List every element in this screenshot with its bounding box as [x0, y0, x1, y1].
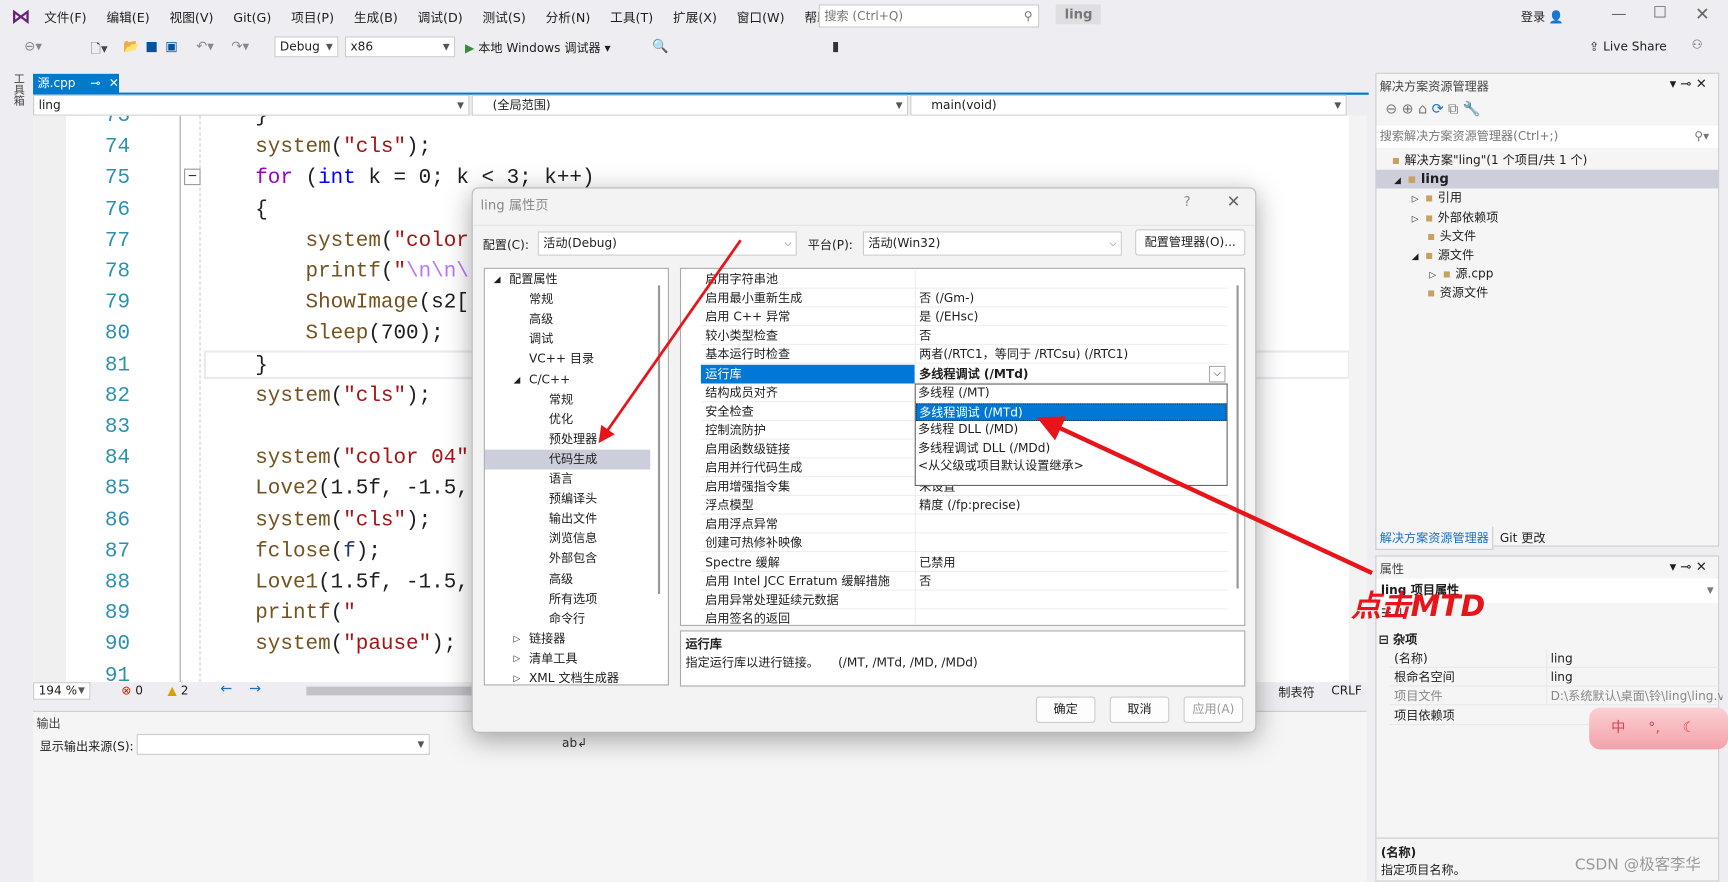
arrow-to-code-generation [598, 239, 742, 444]
annotation-text: 点击MTD [1351, 589, 1486, 624]
visual-studio-window: ⋈ 文件(F) 编辑(E) 视图(V) Git(G) 项目(P) 生成(B) 调试(D) 测试… [0, 0, 1728, 882]
annotation-arrows [598, 239, 1373, 576]
arrow-to-mtd-option [1036, 416, 1373, 576]
